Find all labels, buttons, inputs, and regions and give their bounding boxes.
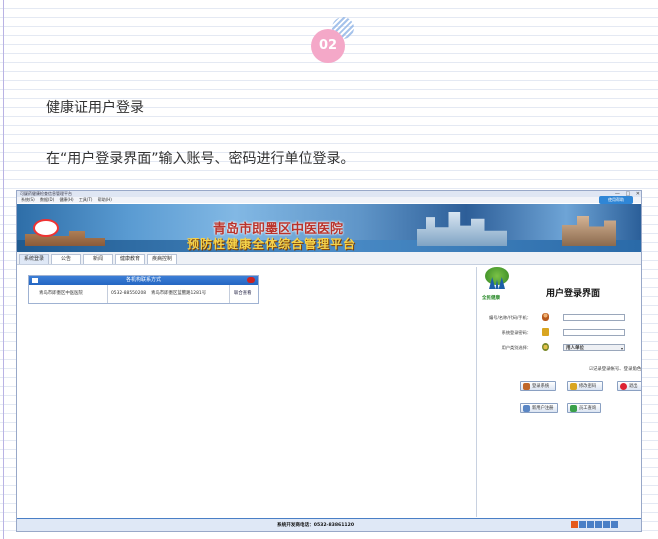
- cell-org: 青岛市即墨区中医医院: [39, 291, 83, 296]
- cell-action-link[interactable]: 联合查看: [234, 285, 252, 303]
- remember-option[interactable]: ☑记录登录帐号、登录角色: [589, 366, 641, 372]
- role-row: 用户类别选择： 用人单位 ▾: [478, 343, 641, 353]
- header-banner: 青岛市即墨区中医医院 预防性健康全体综合管理平台: [17, 204, 641, 252]
- tab-announcement[interactable]: 公告: [51, 254, 81, 264]
- tab-system-login[interactable]: 系统登录: [19, 254, 49, 264]
- lock-icon: [542, 328, 549, 336]
- section-heading: 健康证用户登录: [46, 100, 144, 116]
- help-button[interactable]: 使用帮助: [599, 196, 633, 204]
- tray-icon[interactable]: [603, 521, 610, 528]
- status-bar: 系统开发商电话：0532-83861120: [17, 518, 641, 531]
- table-icon: [32, 278, 38, 283]
- banner-city-right: [562, 216, 616, 246]
- cell-divider: [229, 285, 230, 303]
- tab-disease-control[interactable]: 疾病控制: [147, 254, 177, 264]
- exit-button[interactable]: 退出: [617, 381, 641, 391]
- tab-health-education[interactable]: 健康教育: [115, 254, 145, 264]
- employee-query-button[interactable]: 员工查询: [567, 403, 601, 413]
- account-input[interactable]: [563, 314, 625, 321]
- remember-label: 记录登录帐号、登录角色: [592, 367, 642, 372]
- role-select[interactable]: 用人单位 ▾: [563, 344, 625, 351]
- tab-bar: 系统登录 公告 新闻 健康教育 疾病控制: [17, 252, 641, 265]
- tray-icon[interactable]: [611, 521, 618, 528]
- register-button[interactable]: 新用户注册: [520, 403, 558, 413]
- cell-address: 青岛市即墨区蓝鳌路1281号: [151, 291, 207, 296]
- password-label: 系统登录密码：: [501, 330, 531, 335]
- app-screenshot: 可疑药健康检查信息管理平台 — □ ✕ 系统(S) 数据(D) 健康(H) 工具…: [16, 190, 642, 532]
- cell-phone: 0532-88550208: [111, 291, 147, 296]
- role-select-value: 用人单位: [566, 346, 584, 351]
- step-badge: 02: [311, 29, 345, 63]
- menu-bar: 系统(S) 数据(D) 健康(H) 工具(T) 帮助(H): [17, 197, 641, 203]
- tray-icon[interactable]: [595, 521, 602, 528]
- banner-city-middle: [417, 212, 507, 246]
- car-icon: [247, 277, 255, 283]
- chevron-down-icon: ▾: [620, 346, 623, 351]
- contact-table: 各机构联系方式 青岛市即墨区中医医院 0532-88550208 青岛市即墨区蓝…: [28, 275, 259, 304]
- login-title: 用户登录界面: [546, 289, 601, 299]
- system-tray: [571, 521, 637, 529]
- contact-panel: 各机构联系方式 青岛市即墨区中医医院 0532-88550208 青岛市即墨区蓝…: [21, 267, 477, 517]
- page-left-border: [3, 0, 4, 539]
- lock-icon: [570, 383, 577, 390]
- health-logo: [482, 267, 512, 295]
- password-row: 系统登录密码：: [478, 328, 641, 338]
- user-icon: [542, 313, 549, 321]
- tray-icon[interactable]: [587, 521, 594, 528]
- employee-query-label: 员工查询: [579, 406, 597, 411]
- group-icon: [542, 343, 549, 351]
- logo-label: 全民健康: [482, 296, 500, 301]
- password-input[interactable]: [563, 329, 625, 336]
- role-label: 用户类别选择：: [501, 345, 531, 350]
- register-label: 新用户注册: [532, 406, 554, 411]
- exit-label: 退出: [629, 384, 638, 389]
- hospital-logo: [33, 219, 59, 237]
- menu-item-data[interactable]: 数据(D): [40, 197, 54, 203]
- user-icon: [523, 383, 530, 390]
- menu-item-health[interactable]: 健康(H): [59, 197, 73, 203]
- cell-divider: [107, 285, 108, 303]
- tray-icon[interactable]: [579, 521, 586, 528]
- change-password-button[interactable]: 修改密码: [567, 381, 603, 391]
- contact-table-header: 各机构联系方式: [29, 276, 258, 285]
- menu-item-tools[interactable]: 工具(T): [79, 197, 93, 203]
- login-button-label: 登录系统: [532, 384, 550, 389]
- query-icon: [570, 405, 577, 412]
- account-row: 编号/名称/代码/手机：: [478, 313, 641, 323]
- register-icon: [523, 405, 530, 412]
- window-title: 可疑药健康检查信息管理平台: [20, 191, 72, 196]
- tab-news[interactable]: 新闻: [83, 254, 113, 264]
- instruction-paragraph: 在“用户登录界面”输入账号、密码进行单位登录。: [46, 151, 355, 167]
- menu-item-help[interactable]: 帮助(H): [98, 197, 112, 203]
- login-panel: 全民健康 用户登录界面 编号/名称/代码/手机： 系统登录密码： 用户类别选择：…: [478, 267, 641, 517]
- tray-s-icon[interactable]: [571, 521, 578, 528]
- contact-table-title: 各机构联系方式: [125, 277, 161, 283]
- account-label: 编号/名称/代码/手机：: [489, 315, 531, 320]
- close-icon: [620, 383, 627, 390]
- menu-item-system[interactable]: 系统(S): [21, 197, 35, 203]
- platform-name: 预防性健康全体综合管理平台: [187, 237, 357, 251]
- table-row[interactable]: 青岛市即墨区中医医院 0532-88550208 青岛市即墨区蓝鳌路1281号 …: [29, 285, 258, 303]
- developer-hotline: 系统开发商电话：0532-83861120: [277, 523, 355, 528]
- change-password-label: 修改密码: [579, 384, 597, 389]
- login-button[interactable]: 登录系统: [520, 381, 556, 391]
